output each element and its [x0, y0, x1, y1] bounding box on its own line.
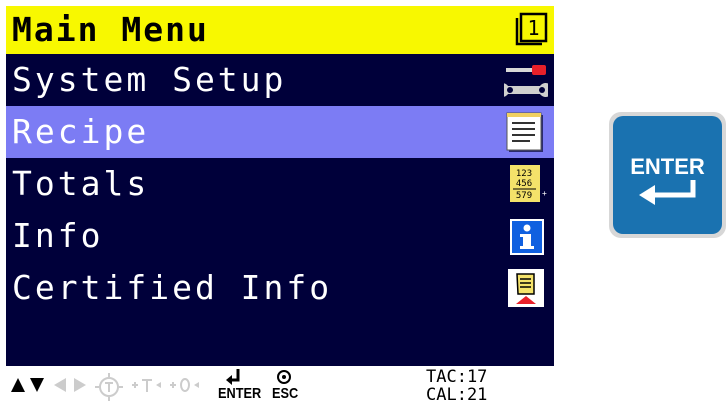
wrench-screwdriver-icon [504, 65, 548, 97]
tac-value: TAC:17 [426, 367, 488, 387]
esc-key-label: ESC [272, 385, 299, 402]
svg-text:+: + [542, 189, 547, 198]
menu-item-label: Totals [12, 164, 150, 203]
arrow-down-icon [30, 378, 44, 392]
info-icon [510, 219, 544, 255]
enter-arrow-icon [639, 180, 696, 205]
esc-icon [277, 370, 291, 384]
enter-key-label: ENTER [218, 385, 262, 402]
enter-button-label: ENTER [630, 154, 705, 179]
status-bar: ENTER ESC TAC:17 CAL:21 [6, 366, 554, 406]
cal-value: CAL:21 [426, 385, 488, 405]
totals-digits-1: 123 [516, 169, 532, 179]
enter-button-face: ENTER [613, 116, 722, 234]
clear-tare-icon [132, 379, 161, 392]
notepad-icon [506, 112, 543, 152]
device-screen: Main Menu 1 System Setup Recipe Totals 1… [6, 6, 554, 406]
menu-item-system-setup[interactable]: System Setup [6, 54, 554, 106]
menu-item-recipe[interactable]: Recipe [6, 106, 554, 158]
menu-item-label: Certified Info [12, 268, 333, 307]
page-number: 1 [527, 16, 539, 40]
menu-item-info[interactable]: Info [6, 210, 554, 262]
enter-icon [226, 369, 240, 385]
menu-item-label: System Setup [12, 60, 287, 99]
totals-digits-3: 579 [516, 191, 532, 201]
totals-digits-2: 456 [516, 179, 532, 189]
page-title: Main Menu [12, 10, 209, 49]
menu-item-label: Recipe [12, 112, 150, 151]
main-menu: System Setup Recipe Totals 123 456 579 +… [6, 54, 554, 366]
page-number-icon: 1 [515, 12, 548, 46]
enter-button[interactable]: ENTER [609, 112, 726, 238]
menu-item-label: Info [12, 216, 104, 255]
menu-item-certified-info[interactable]: Certified Info [6, 262, 554, 314]
zero-icon [170, 378, 199, 392]
totals-icon: 123 456 579 + [510, 165, 547, 202]
arrow-left-right-icon [54, 378, 86, 392]
title-bar: Main Menu 1 [6, 6, 554, 54]
arrow-up-icon [11, 378, 25, 392]
certified-info-icon [508, 269, 544, 307]
menu-item-totals[interactable]: Totals 123 456 579 + [6, 158, 554, 210]
tac-counter: TAC:17 CAL:21 [426, 368, 487, 404]
tare-icon [95, 373, 123, 401]
